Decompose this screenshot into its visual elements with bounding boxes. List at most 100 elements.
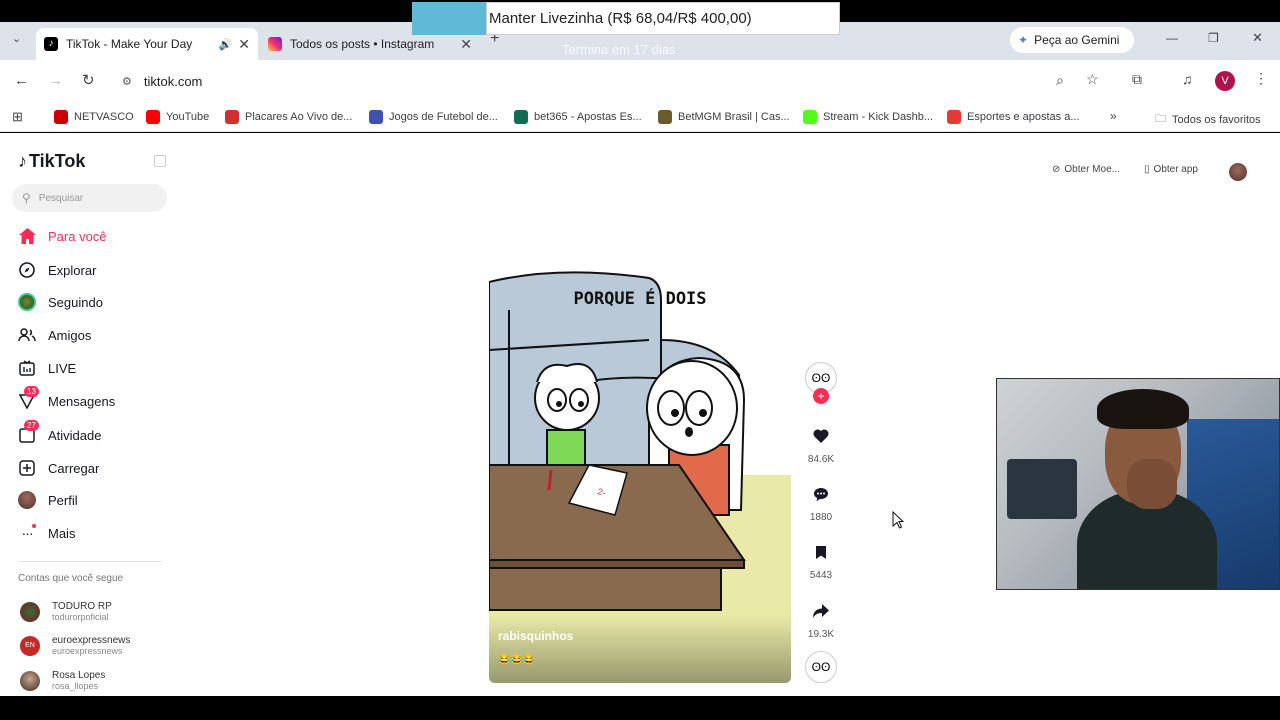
nav-more[interactable]: ··· Mais — [18, 524, 75, 542]
site-info-icon[interactable]: ⚙ — [122, 75, 132, 88]
nav-friends[interactable]: Amigos — [18, 326, 91, 344]
close-tab-icon[interactable]: ✕ — [238, 36, 250, 53]
following-avatar-icon — [18, 293, 36, 311]
get-coins-label: Obter Moe... — [1064, 164, 1120, 175]
activity-icon: 27 — [18, 420, 39, 444]
get-coins-button[interactable]: ⊘ Obter Moe... — [1052, 164, 1120, 175]
bookmark-star-icon[interactable]: ☆ — [1086, 71, 1099, 88]
home-icon — [18, 227, 36, 245]
activity-badge: 27 — [24, 420, 39, 431]
bookmark-label: Placares Ao Vivo de... — [245, 111, 353, 123]
user-avatar[interactable] — [1229, 163, 1247, 181]
bookmark-item[interactable]: YouTube — [146, 110, 209, 124]
minimize-icon[interactable]: — — [1166, 31, 1178, 45]
nav-label: Para você — [48, 228, 107, 244]
more-bookmarks-icon[interactable]: » — [1110, 109, 1117, 123]
logo-text: TikTok — [29, 151, 86, 171]
follow-plus-icon[interactable]: + — [813, 388, 829, 404]
bookmark-label: Esportes e apostas a... — [967, 111, 1080, 123]
nav-profile[interactable]: Perfil — [18, 491, 78, 509]
video-caption: PORQUE É DOIS — [573, 287, 706, 309]
bookmark-item[interactable]: BetMGM Brasil | Cas... — [658, 110, 790, 124]
extensions-icon[interactable]: ⧉ — [1132, 71, 1142, 88]
messages-icon: 13 — [18, 386, 39, 410]
bookmark-item[interactable]: Esportes e apostas a... — [947, 110, 1080, 124]
close-window-icon[interactable]: ✕ — [1252, 30, 1263, 46]
share-button[interactable]: 19.3K — [805, 595, 837, 640]
sound-disc-icon: ʘʘ — [805, 651, 837, 683]
get-app-button[interactable]: ▯ Obter app — [1144, 164, 1198, 175]
address-bar[interactable]: ⚙ tiktok.com — [112, 66, 1108, 96]
nav-upload[interactable]: Carregar — [18, 459, 99, 477]
creator-avatar-button[interactable]: ʘʘ + — [805, 362, 837, 404]
folder-icon: 🗀 — [1155, 113, 1166, 125]
nav-activity[interactable]: 27 Atividade — [18, 420, 101, 444]
nav-messages[interactable]: 13 Mensagens — [18, 386, 115, 410]
bookmark-label: BetMGM Brasil | Cas... — [678, 111, 790, 123]
mouse-cursor-icon — [892, 510, 905, 534]
nav-label: LIVE — [48, 360, 77, 376]
bottom-black-bar — [0, 696, 1280, 720]
comment-button[interactable]: 1880 — [805, 478, 837, 523]
gemini-button[interactable]: ✦ Peça ao Gemini — [1010, 27, 1134, 53]
share-icon — [805, 595, 837, 627]
close-tab-icon[interactable]: ✕ — [460, 36, 472, 53]
bookmark-item[interactable]: bet365 - Apostas Es... — [514, 110, 642, 124]
nav-live[interactable]: LIVE — [18, 359, 76, 377]
tiktok-logo[interactable]: ♪ TikTok — [18, 151, 85, 172]
search-input[interactable]: ⚲ Pesquisar — [12, 184, 167, 212]
account-item[interactable]: EN euroexpressnews euroexpressnews — [20, 635, 130, 656]
compass-icon — [18, 261, 36, 279]
saves-count: 5443 — [809, 570, 833, 581]
url-text: tiktok.com — [143, 73, 203, 89]
placares-icon — [225, 110, 239, 124]
all-bookmarks[interactable]: 🗀 Todos os favoritos — [1155, 110, 1261, 129]
video-frame: 2- PORQUE É DOIS — [489, 270, 791, 683]
tab-search-chevron-icon[interactable]: ⌄ — [12, 32, 21, 45]
reload-icon[interactable]: ↻ — [82, 71, 95, 89]
jogos-icon — [369, 110, 383, 124]
nav-for-you[interactable]: Para você — [18, 227, 107, 245]
bookmark-label: YouTube — [166, 111, 210, 123]
sound-disc-button[interactable]: ʘʘ — [805, 651, 837, 683]
get-app-label: Obter app — [1153, 164, 1198, 175]
account-name: euroexpressnews — [52, 635, 131, 646]
account-handle: euroexpressnews — [52, 646, 123, 656]
bookmark-item[interactable]: NETVASCO — [54, 110, 134, 124]
live-icon — [18, 359, 36, 377]
account-item[interactable]: Rosa Lopes rosa_llopes — [20, 670, 105, 691]
apps-grid-icon[interactable]: ⊞ — [12, 109, 23, 125]
bookmark-item[interactable]: Stream - Kick Dashb... — [803, 110, 933, 124]
media-controls-icon[interactable]: ♫ — [1182, 71, 1193, 87]
video-author[interactable]: rabisquinhos — [498, 629, 573, 643]
avatar — [20, 601, 40, 622]
video-player[interactable]: 2- PORQUE É DOIS rabisquinhos 😂😂😂 — [489, 270, 791, 683]
forward-icon[interactable]: → — [48, 72, 63, 89]
profile-icon — [18, 491, 36, 509]
tiktok-favicon-icon: ♪ — [44, 37, 58, 51]
speaker-icon[interactable]: 🔊 — [219, 38, 233, 51]
phone-icon: ▯ — [1144, 164, 1150, 175]
save-button[interactable]: 5443 — [805, 536, 837, 581]
back-icon[interactable]: ← — [14, 72, 29, 89]
gemini-label: Peça ao Gemini — [1034, 33, 1120, 47]
profile-avatar[interactable]: V — [1215, 71, 1235, 91]
coin-icon: ⊘ — [1052, 164, 1061, 175]
restore-icon[interactable]: ❐ — [1208, 31, 1219, 45]
nav-explore[interactable]: Explorar — [18, 261, 96, 279]
tab-tiktok[interactable]: ♪ TikTok - Make Your Day 🔊 ✕ — [36, 28, 258, 60]
nav-following[interactable]: Seguindo — [18, 293, 103, 311]
bookmark-label: bet365 - Apostas Es... — [534, 111, 642, 123]
menu-icon[interactable]: ⋮ — [1254, 70, 1268, 87]
like-button[interactable]: 84.6K — [805, 420, 837, 465]
all-bookmarks-label: Todos os favoritos — [1172, 113, 1261, 126]
esportes-icon — [947, 110, 961, 124]
nav-label: Explorar — [48, 262, 97, 278]
zoom-search-icon[interactable]: ⌕ — [1056, 72, 1064, 89]
collapse-sidebar-icon[interactable] — [154, 155, 166, 167]
bookmark-item[interactable]: Placares Ao Vivo de... — [225, 110, 352, 124]
account-item[interactable]: TODURO RP todurorpoficial — [20, 601, 112, 622]
bookmark-item[interactable]: Jogos de Futebol de... — [369, 110, 498, 124]
goal-banner: Manter Livezinha (R$ 68,04/R$ 400,00) — [486, 2, 840, 35]
account-handle: todurorpoficial — [52, 612, 109, 622]
